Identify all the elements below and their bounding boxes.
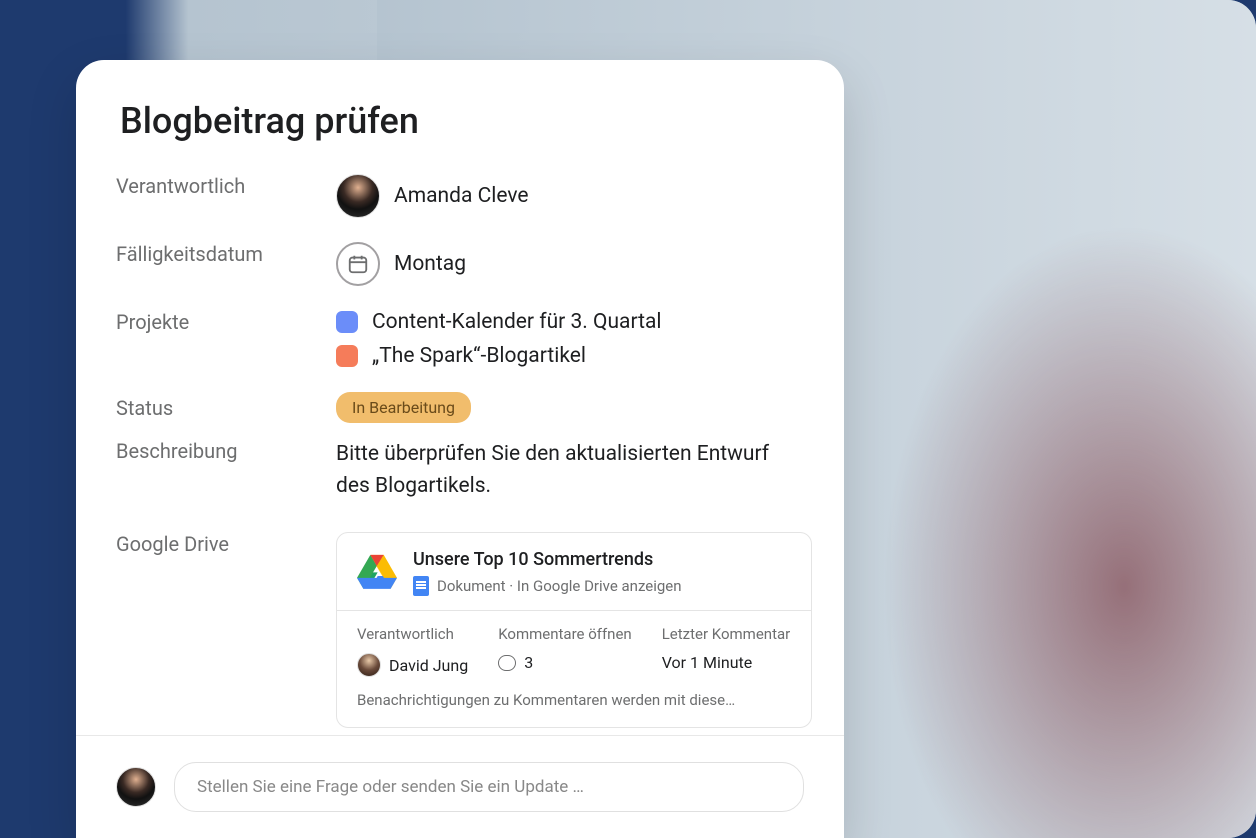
current-user-avatar [116, 767, 156, 807]
drive-comments-label: Kommentare öffnen [498, 625, 632, 643]
project-color-icon [336, 311, 358, 333]
drive-footer-text: Benachrichtigungen zu Kommentaren werden… [337, 681, 811, 727]
task-detail-card: Blogbeitrag prüfen Verantwortlich Amanda… [76, 60, 844, 838]
description-row: Beschreibung Bitte überprüfen Sie den ak… [116, 439, 796, 502]
assignee-row: Verantwortlich Amanda Cleve [116, 174, 796, 218]
project-color-icon [336, 345, 358, 367]
comment-icon [498, 655, 516, 671]
due-label: Fälligkeitsdatum [116, 242, 336, 266]
due-value[interactable]: Montag [336, 242, 796, 286]
project-name: „The Spark“-Blogartikel [372, 344, 586, 368]
due-row: Fälligkeitsdatum Montag [116, 242, 796, 286]
assignee-value[interactable]: Amanda Cleve [336, 174, 796, 218]
drive-last-label: Letzter Kommentar [662, 625, 791, 643]
drive-label: Google Drive [116, 532, 336, 556]
comment-bar: Stellen Sie eine Frage oder senden Sie e… [76, 735, 844, 838]
drive-last-value: Vor 1 Minute [662, 653, 791, 672]
comment-input[interactable]: Stellen Sie eine Frage oder senden Sie e… [174, 762, 804, 812]
drive-file-subtitle: Dokument · In Google Drive anzeigen [413, 576, 682, 596]
status-label: Status [116, 396, 336, 420]
assignee-name: Amanda Cleve [394, 184, 529, 208]
projects-list: Content-Kalender für 3. Quartal „The Spa… [336, 310, 796, 368]
status-badge[interactable]: In Bearbeitung [336, 392, 471, 423]
google-drive-icon [357, 553, 397, 589]
assignee-label: Verantwortlich [116, 174, 336, 198]
drive-header: Unsere Top 10 Sommertrends Dokument · In… [337, 533, 811, 611]
drive-meta: Verantwortlich David Jung Kommentare öff… [337, 611, 811, 681]
drive-file-title: Unsere Top 10 Sommertrends [413, 549, 682, 570]
project-item[interactable]: Content-Kalender für 3. Quartal [336, 310, 796, 334]
description-text[interactable]: Bitte überprüfen Sie den aktualisierten … [336, 439, 796, 502]
google-doc-icon [413, 576, 429, 596]
drive-owner-value: David Jung [357, 653, 468, 677]
project-name: Content-Kalender für 3. Quartal [372, 310, 662, 334]
due-text: Montag [394, 252, 466, 276]
description-label: Beschreibung [116, 439, 336, 463]
drive-row: Google Drive [116, 532, 796, 728]
calendar-icon [336, 242, 380, 286]
projects-label: Projekte [116, 310, 336, 334]
assignee-avatar [336, 174, 380, 218]
project-item[interactable]: „The Spark“-Blogartikel [336, 344, 796, 368]
task-title: Blogbeitrag prüfen [116, 100, 796, 142]
drive-comments-value: 3 [498, 653, 632, 672]
drive-attachment-card[interactable]: Unsere Top 10 Sommertrends Dokument · In… [336, 532, 812, 728]
drive-owner-label: Verantwortlich [357, 625, 468, 643]
owner-avatar [357, 653, 381, 677]
projects-row: Projekte Content-Kalender für 3. Quartal… [116, 310, 796, 368]
status-row: Status In Bearbeitung [116, 392, 796, 423]
